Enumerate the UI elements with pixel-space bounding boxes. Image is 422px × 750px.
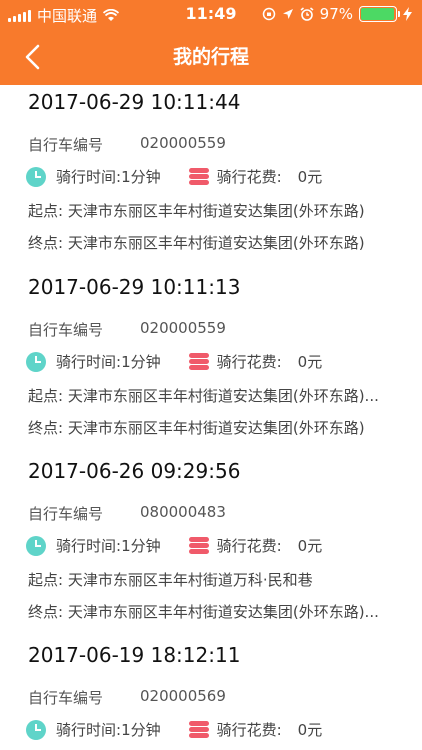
bike-no-value: 020000559	[140, 134, 226, 152]
ride-fee-value: 0元	[297, 353, 323, 371]
ride-time-label: 骑行时间:	[56, 721, 122, 739]
alarm-icon	[300, 7, 314, 21]
start-value: 天津市东丽区丰年村街道安达集团(外环东路)	[67, 202, 365, 220]
clock-icon	[26, 719, 46, 740]
ride-time-value: 1分钟	[121, 168, 161, 186]
coins-icon	[188, 720, 209, 739]
status-right: 97%	[262, 5, 412, 23]
end-address: 终点: 天津市东丽区丰年村街道安达集团(外环东路)	[28, 232, 408, 253]
end-label: 终点:	[28, 419, 64, 437]
end-label: 终点:	[28, 234, 64, 252]
location-icon	[282, 9, 293, 19]
trip-meta: 骑行时间: 1分钟 骑行花费: 0元	[26, 351, 322, 372]
page-title: 我的行程	[172, 46, 249, 68]
bike-no-label: 自行车编号	[28, 321, 104, 339]
battery-icon	[359, 6, 400, 22]
start-label: 起点:	[28, 202, 64, 220]
ride-fee-value: 0元	[297, 721, 323, 739]
start-address: 起点: 天津市东丽区丰年村街道万科·民和巷	[28, 569, 408, 590]
trip-datetime: 2017-06-26 09:29:56	[28, 459, 241, 483]
end-label: 终点:	[28, 603, 64, 621]
end-address: 终点: 天津市东丽区丰年村街道安达集团(外环东路)	[28, 417, 408, 438]
end-address: 终点: 天津市东丽区丰年村街道安达集团(外环东路)...	[28, 601, 408, 622]
ride-fee-value: 0元	[297, 168, 323, 186]
coins-icon	[188, 536, 209, 555]
coins-icon	[188, 167, 209, 186]
start-value: 天津市东丽区丰年村街道万科·民和巷	[67, 571, 313, 589]
start-value: 天津市东丽区丰年村街道安达集团(外环东路)...	[67, 387, 379, 405]
clock-icon	[26, 351, 46, 372]
ride-time-value: 1分钟	[121, 537, 161, 555]
ride-fee-value: 0元	[297, 537, 323, 555]
ride-fee-label: 骑行花费:	[216, 537, 282, 555]
trip-datetime: 2017-06-29 10:11:13	[28, 275, 241, 299]
nav-bar: 我的行程	[0, 28, 422, 85]
trip-meta: 骑行时间: 1分钟 骑行花费: 0元	[26, 166, 322, 187]
trip-datetime: 2017-06-19 18:12:11	[28, 643, 241, 667]
trip-meta: 骑行时间: 1分钟 骑行花费: 0元	[26, 535, 322, 556]
header: 中国联通 11:49 97% 我的行程	[0, 0, 422, 85]
trip-meta: 骑行时间: 1分钟 骑行花费: 0元	[26, 719, 322, 740]
ride-time-label: 骑行时间:	[56, 537, 122, 555]
clock-icon	[26, 166, 46, 187]
battery-fill	[361, 8, 394, 20]
ride-time-value: 1分钟	[121, 721, 161, 739]
bike-no-label: 自行车编号	[28, 505, 104, 523]
ride-fee-label: 骑行花费:	[216, 353, 282, 371]
battery-percent: 97%	[319, 5, 353, 23]
charging-icon	[403, 7, 412, 21]
start-label: 起点:	[28, 387, 64, 405]
ride-time-label: 骑行时间:	[56, 353, 122, 371]
end-value: 天津市东丽区丰年村街道安达集团(外环东路)	[67, 234, 365, 252]
ride-time-value: 1分钟	[121, 353, 161, 371]
end-value: 天津市东丽区丰年村街道安达集团(外环东路)...	[67, 603, 379, 621]
bike-no-value: 020000569	[140, 687, 226, 705]
bike-no-value: 080000483	[140, 503, 226, 521]
ride-fee-label: 骑行花费:	[216, 168, 282, 186]
bike-no-label: 自行车编号	[28, 136, 104, 154]
ride-fee-label: 骑行花费:	[216, 721, 282, 739]
rotation-lock-icon	[262, 7, 275, 21]
bike-no-label: 自行车编号	[28, 689, 104, 707]
clock-icon	[26, 535, 46, 556]
trip-datetime: 2017-06-29 10:11:44	[28, 90, 241, 114]
start-label: 起点:	[28, 571, 64, 589]
trip-list[interactable]: 2017-06-29 10:11:44 自行车编号 020000559 骑行时间…	[0, 85, 422, 750]
start-address: 起点: 天津市东丽区丰年村街道安达集团(外环东路)...	[28, 385, 408, 406]
start-address: 起点: 天津市东丽区丰年村街道安达集团(外环东路)	[28, 200, 408, 221]
end-value: 天津市东丽区丰年村街道安达集团(外环东路)	[67, 419, 365, 437]
ride-time-label: 骑行时间:	[56, 168, 122, 186]
coins-icon	[188, 352, 209, 371]
status-bar: 中国联通 11:49 97%	[0, 0, 422, 28]
bike-no-value: 020000559	[140, 319, 226, 337]
